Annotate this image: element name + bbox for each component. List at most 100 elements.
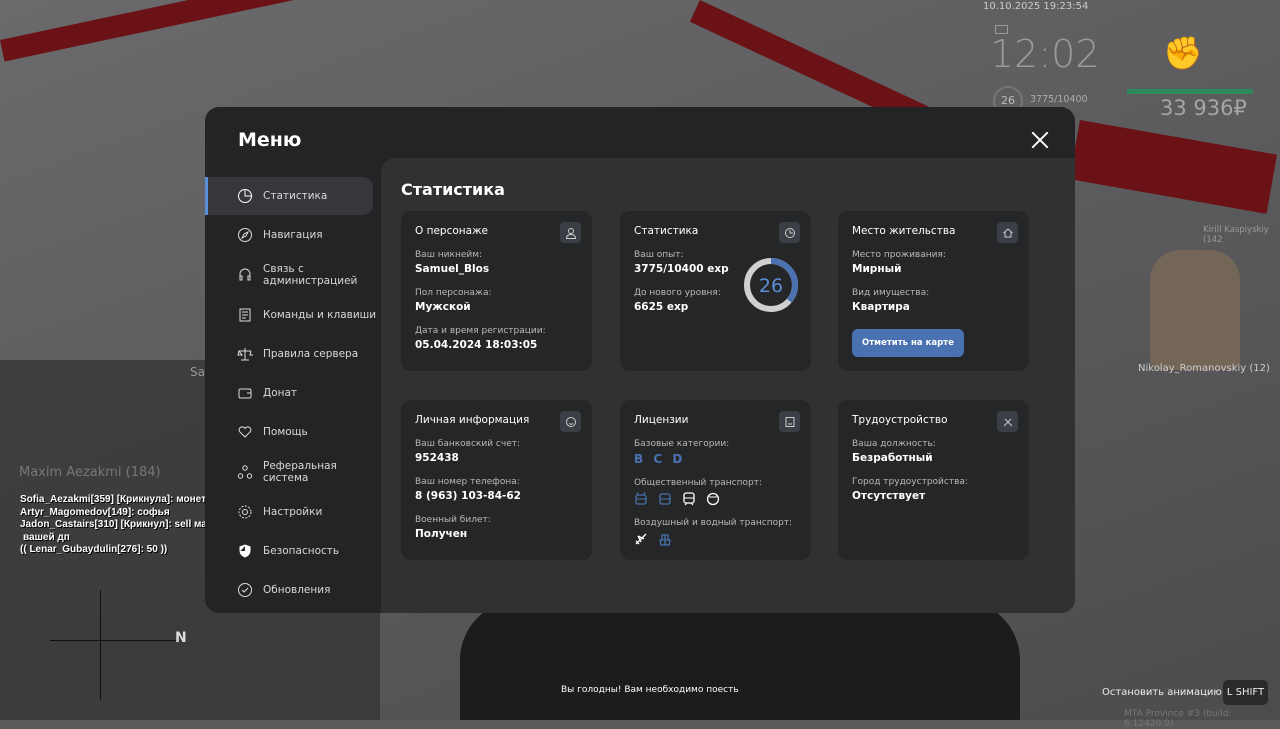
stop-animation-label: Остановить анимацию (1102, 687, 1222, 698)
sidebar-item-label: Правила сервера (263, 348, 359, 360)
mark-on-map-button[interactable]: Отметить на карте (852, 329, 964, 357)
sidebar-item-help[interactable]: Помощь (205, 413, 381, 451)
registration-value: 05.04.2024 18:03:05 (415, 339, 538, 351)
sidebar-item-label: Связь с администрацией (263, 263, 358, 287)
card-title: О персонаже (415, 225, 489, 237)
license-d: D (672, 452, 683, 466)
sidebar-item-navigation[interactable]: Навигация (205, 216, 381, 254)
label: Вид имущества: (852, 288, 930, 298)
clock-pie-icon (779, 222, 800, 243)
minimap: N (20, 580, 187, 710)
content-title: Статистика (401, 180, 505, 199)
card-stats: Статистика Ваш опыт: 3775/10400 exp До н… (620, 211, 811, 371)
phone-value: 8 (963) 103-84-62 (415, 490, 521, 502)
military-id-value: Получен (415, 528, 468, 540)
airplane-icon (635, 533, 647, 545)
user-icon (560, 222, 581, 243)
nametag: Kirill Kaspiyskiy (142 (1203, 225, 1269, 245)
fist-icon: ✊ (1163, 34, 1203, 72)
ship-icon (659, 534, 671, 546)
property-type-value: Квартира (852, 301, 910, 313)
train-icon (683, 492, 695, 506)
label: Общественный транспорт: (634, 478, 762, 488)
sidebar-item-admin-contact[interactable]: Связь с администрацией (205, 255, 381, 295)
sidebar: Статистика Навигация Связь с администрац… (205, 177, 381, 610)
headset-icon (239, 268, 251, 281)
card-title: Личная информация (415, 414, 530, 426)
refresh-icon (238, 583, 252, 597)
hunger-hint: Вы голодны! Вам необходимо поесть (561, 685, 739, 695)
hud-level: 26 (1001, 94, 1015, 107)
shield-icon (239, 544, 251, 558)
label: Воздушный и водный транспорт: (634, 518, 793, 528)
compass-north: N (175, 630, 187, 646)
card-title: Лицензии (634, 414, 689, 426)
sidebar-item-security[interactable]: Безопасность (205, 532, 381, 570)
trolleybus-icon (635, 492, 647, 505)
sidebar-item-label: Обновления (263, 584, 331, 596)
nametag: Maxim Aezakmi (184) (19, 465, 161, 480)
card-residence: Место жительства Место проживания: Мирны… (838, 211, 1029, 371)
menu-window: Меню Статистика Навигация Связь с админи… (205, 107, 1075, 613)
label: Базовые категории: (634, 439, 730, 449)
menu-title: Меню (238, 129, 302, 151)
nickname-value: Samuel_Blos (415, 263, 490, 275)
sidebar-item-settings[interactable]: Настройки (205, 493, 381, 531)
close-icon[interactable] (1029, 129, 1051, 151)
hud-datetime: 10.10.2025 19:23:54 (983, 1, 1089, 12)
stop-animation-key[interactable]: L SHIFT (1223, 680, 1268, 705)
sidebar-item-label: Помощь (263, 426, 308, 438)
heart-hand-icon (238, 426, 252, 438)
hud-money: 33 936₽ (1160, 96, 1247, 120)
sidebar-item-label: Команды и клавиши (263, 309, 377, 321)
license-c: C (653, 452, 663, 466)
label: Ваш никнейм: (415, 250, 483, 260)
home-icon (997, 222, 1018, 243)
sidebar-item-statistics[interactable]: Статистика (205, 177, 373, 215)
label: Дата и время регистрации: (415, 326, 546, 336)
card-employment: Трудоустройство Ваша должность: Безработ… (838, 400, 1029, 560)
compass-icon (238, 228, 252, 242)
scales-icon (237, 348, 253, 361)
sidebar-item-label: Настройки (263, 506, 323, 518)
sidebar-item-label: Безопасность (263, 545, 340, 557)
sidebar-item-label: Реферальная система (263, 460, 337, 484)
sidebar-item-rules[interactable]: Правила сервера (205, 335, 381, 373)
hud-exp: 3775/10400 (1030, 94, 1088, 105)
license-b: B (634, 452, 644, 466)
pie-chart-icon (238, 189, 252, 203)
sidebar-item-donate[interactable]: Донат (205, 374, 381, 412)
health-bar (1127, 89, 1253, 94)
sidebar-item-commands[interactable]: Команды и клавиши (205, 296, 381, 334)
label: Ваш банковский счет: (415, 439, 521, 449)
sidebar-item-updates[interactable]: Обновления (205, 571, 381, 609)
document-icon (239, 308, 251, 322)
label: Место проживания: (852, 250, 946, 260)
license-book-icon (779, 411, 800, 432)
card-title: Место жительства (852, 225, 956, 237)
face-icon (560, 411, 581, 432)
bank-account-value: 952438 (415, 452, 459, 464)
card-licenses: Лицензии Базовые категории: B C D Общест… (620, 400, 811, 560)
label: Ваша должность: (852, 439, 936, 449)
gear-icon (238, 505, 252, 519)
gender-value: Мужской (415, 301, 471, 313)
card-character: О персонаже Ваш никнейм: Samuel_Blos Пол… (401, 211, 592, 371)
job-city-value: Отсутствует (852, 490, 926, 502)
card-title: Статистика (634, 225, 699, 237)
label: Пол персонажа: (415, 288, 492, 298)
sidebar-item-label: Статистика (263, 190, 328, 202)
wallet-icon (238, 388, 252, 399)
level-progress-ring: 26 (744, 258, 798, 312)
sidebar-item-label: Навигация (263, 229, 323, 241)
tools-icon (997, 411, 1018, 432)
network-icon (237, 465, 253, 479)
nametag: Nikolay_Romanovskiy (12) (1138, 363, 1270, 374)
sidebar-item-label: Донат (263, 387, 298, 399)
card-personal: Личная информация Ваш банковский счет: 9… (401, 400, 592, 560)
content-area: Статистика О персонаже Ваш никнейм: Samu… (381, 158, 1075, 613)
label: Ваш номер телефона: (415, 477, 520, 487)
label: Военный билет: (415, 515, 491, 525)
sidebar-item-referral[interactable]: Реферальная система (205, 452, 381, 492)
tram-icon (659, 493, 671, 505)
